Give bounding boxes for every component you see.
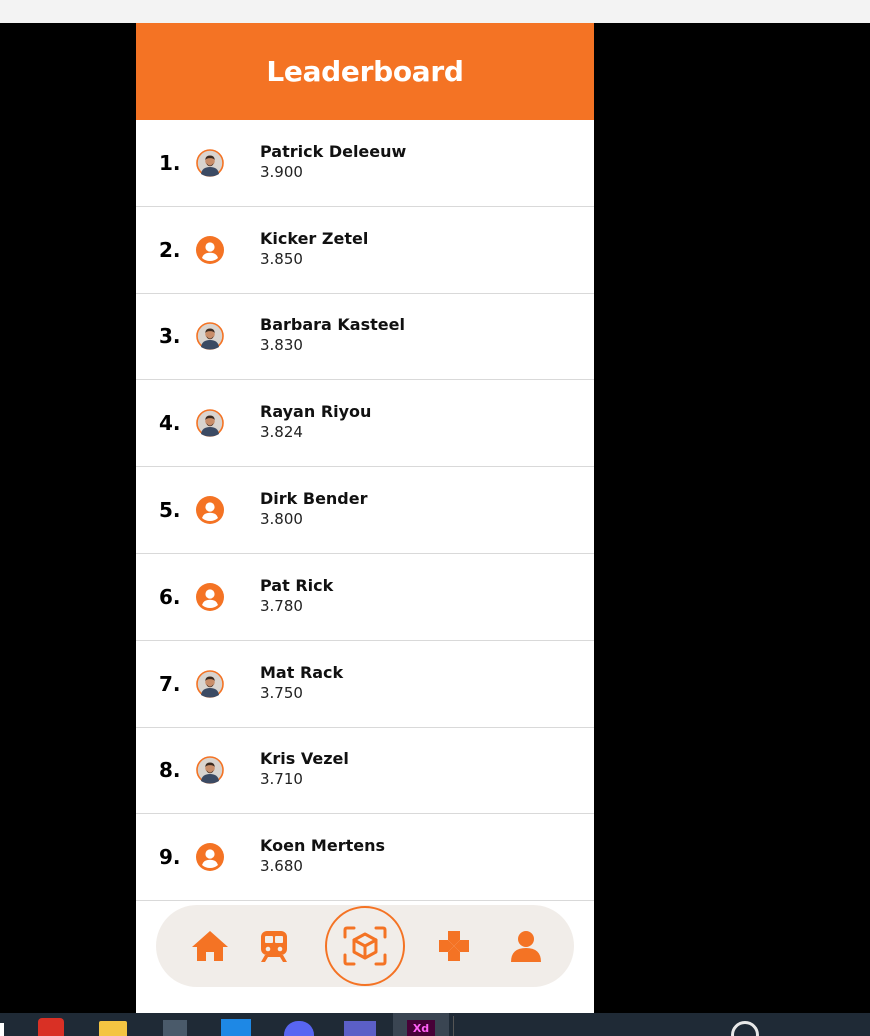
rank-number: 7. [159, 671, 181, 696]
nav-profile[interactable] [508, 905, 544, 987]
leaderboard-row[interactable]: 5. Dirk Bender 3.800 [136, 467, 594, 554]
rank-number: 5. [159, 498, 181, 523]
taskbar-divider [453, 1016, 454, 1036]
player-score: 3.830 [260, 336, 303, 355]
discord-icon[interactable] [284, 1021, 314, 1036]
ar-scan-icon [343, 926, 387, 966]
adobe-xd-icon: Xd [407, 1020, 435, 1036]
bottom-nav [156, 905, 574, 987]
player-name: Dirk Bender [260, 489, 368, 509]
file-explorer-icon[interactable] [99, 1021, 127, 1036]
player-info: Barbara Kasteel 3.830 [260, 315, 405, 357]
home-icon [192, 931, 228, 961]
nav-home[interactable] [190, 905, 230, 987]
rank-number: 9. [159, 845, 181, 870]
rank-number: 3. [159, 324, 181, 349]
avatar [196, 756, 224, 785]
train-icon [261, 931, 287, 962]
player-info: Kris Vezel 3.710 [260, 749, 349, 791]
person-icon [196, 582, 224, 611]
teams-icon[interactable] [344, 1021, 376, 1036]
rank-number: 1. [159, 150, 181, 175]
player-name: Pat Rick [260, 576, 334, 596]
leaderboard-row[interactable]: 7. Mat Rack 3.750 [136, 641, 594, 728]
nav-ar-scan[interactable] [325, 906, 405, 986]
player-name: Kicker Zetel [260, 228, 369, 248]
player-score: 3.850 [260, 249, 303, 268]
player-info: Pat Rick 3.780 [260, 575, 333, 617]
player-score: 3.900 [260, 163, 303, 182]
app-icon[interactable] [163, 1020, 187, 1036]
player-info: Koen Mertens 3.680 [260, 835, 385, 877]
player-name: Koen Mertens [260, 836, 385, 856]
leaderboard-row[interactable]: 8. Kris Vezel 3.710 [136, 728, 594, 815]
person-icon [196, 496, 224, 525]
leaderboard-list: 1. Patrick Deleeuw 3.900 2. Kicker Zetel 3.85… [136, 120, 594, 902]
nav-games[interactable] [435, 905, 473, 987]
player-name: Barbara Kasteel [260, 315, 405, 335]
player-score: 3.824 [260, 423, 303, 442]
page-title: Leaderboard [266, 55, 464, 88]
avatar [196, 669, 224, 698]
person-icon [196, 235, 224, 264]
taskbar: Xd [0, 1013, 870, 1036]
person-icon [196, 843, 224, 872]
rank-number: 6. [159, 584, 181, 609]
rank-number: 4. [159, 411, 181, 436]
avatar [196, 322, 224, 351]
header: Leaderboard [136, 23, 594, 120]
player-info: Dirk Bender 3.800 [260, 488, 368, 530]
leaderboard-row[interactable]: 3. Barbara Kasteel 3.830 [136, 294, 594, 381]
nav-train[interactable] [256, 905, 292, 987]
phone-screen: Leaderboard 1. Patrick Deleeuw 3.900 2. Kick… [136, 23, 594, 1013]
player-info: Rayan Riyou 3.824 [260, 401, 371, 443]
leaderboard-row[interactable]: 2. Kicker Zetel 3.850 [136, 207, 594, 294]
player-info: Patrick Deleeuw 3.900 [260, 141, 406, 183]
profile-icon [511, 931, 541, 962]
player-name: Kris Vezel [260, 749, 349, 769]
player-score: 3.710 [260, 770, 303, 789]
player-score: 3.800 [260, 510, 303, 529]
player-score: 3.680 [260, 857, 303, 876]
leaderboard-row[interactable]: 9. Koen Mertens 3.680 [136, 814, 594, 902]
leaderboard-row[interactable]: 6. Pat Rick 3.780 [136, 554, 594, 641]
rank-number: 2. [159, 237, 181, 262]
rank-number: 8. [159, 758, 181, 783]
player-name: Rayan Riyou [260, 402, 372, 422]
player-name: Mat Rack [260, 662, 344, 682]
player-score: 3.750 [260, 683, 303, 702]
gamepad-icon [439, 931, 469, 961]
leaderboard-row[interactable]: 4. Rayan Riyou 3.824 [136, 380, 594, 468]
app-icon[interactable] [38, 1018, 64, 1036]
player-info: Mat Rack 3.750 [260, 662, 343, 704]
avatar [196, 149, 224, 177]
player-info: Kicker Zetel 3.850 [260, 228, 368, 270]
app-icon[interactable] [731, 1021, 759, 1036]
leaderboard-row[interactable]: 1. Patrick Deleeuw 3.900 [136, 120, 594, 207]
player-score: 3.780 [260, 597, 303, 616]
start-icon[interactable] [0, 1023, 4, 1036]
player-name: Patrick Deleeuw [260, 142, 407, 162]
browser-top-bar [0, 0, 870, 23]
vscode-icon[interactable] [221, 1019, 251, 1036]
avatar [196, 409, 224, 438]
taskbar-active-slot[interactable]: Xd [393, 1013, 449, 1036]
